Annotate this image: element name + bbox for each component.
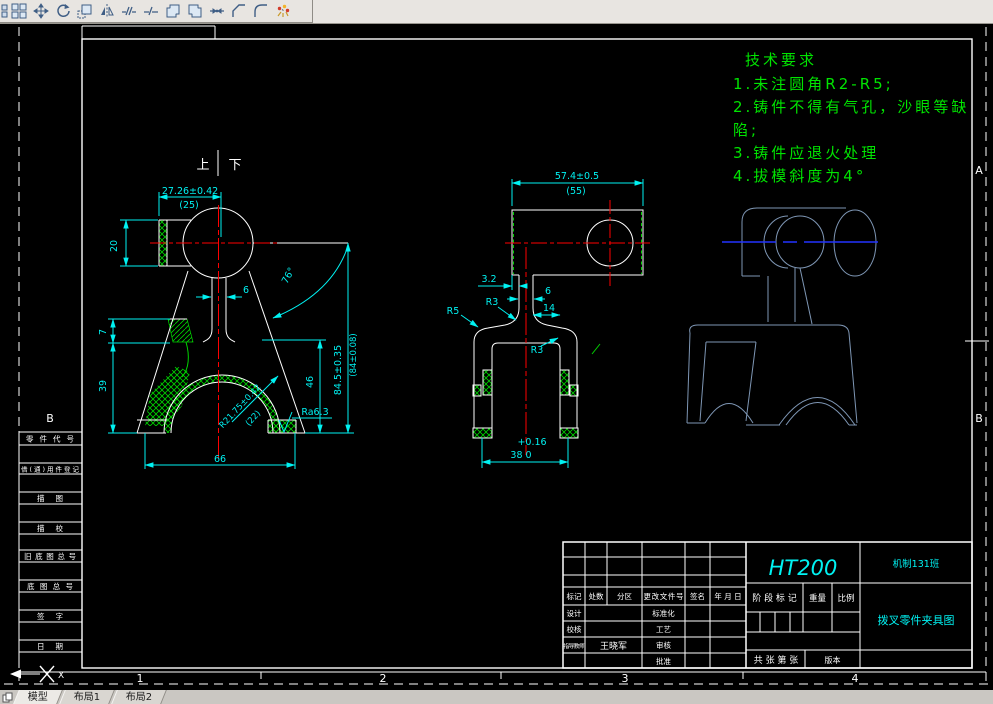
- margin-label: 零件代号: [26, 434, 74, 444]
- stage-label: 阶 段 标 记: [752, 592, 797, 604]
- dim-label: 3.2: [481, 274, 496, 285]
- dim-label: 46: [305, 376, 316, 388]
- dim-label: R3: [531, 345, 544, 356]
- zone-number: 2: [380, 672, 387, 685]
- left-margin-labels: B 零件代号 借(通)用件登记 描图 描校 旧底图总号 底图总号 签字 日期: [21, 412, 80, 651]
- dim-label: 14: [543, 303, 555, 314]
- dim-label: (22): [244, 409, 263, 429]
- drawing-title: 拨叉零件夹具图: [878, 613, 955, 627]
- join-icon[interactable]: [206, 1, 228, 21]
- fillet-icon[interactable]: [250, 1, 272, 21]
- dim-label: (84±0.08): [349, 333, 359, 377]
- dim-label: 20: [109, 240, 120, 252]
- top-toolbar: [0, 0, 993, 24]
- weight-label: 重量: [809, 593, 827, 604]
- side-view-labels: 57.4±0.5 (55) 3.2 6 14 R5 R3 R3 +0.16 38…: [447, 171, 599, 461]
- surface-finish-label: Ra6.3: [301, 407, 328, 418]
- zone-number: 1: [137, 672, 144, 685]
- chamfer-icon[interactable]: [228, 1, 250, 21]
- tb-row-label: 批准: [656, 656, 671, 666]
- dim-label: +0.16: [517, 437, 546, 448]
- iso-view: [686, 207, 878, 426]
- copy-icon[interactable]: [162, 1, 184, 21]
- tech-requirements: 技术要求 1.未注圆角R2-R5; 2.铸件不得有气孔，沙眼等缺 陷; 3.铸件…: [733, 51, 969, 185]
- sheets-label: 共 张 第 张: [754, 654, 799, 666]
- material-label: HT200: [769, 556, 838, 580]
- tab-layout1[interactable]: 布局1: [59, 690, 116, 704]
- dim-label: 38 0: [510, 450, 531, 461]
- tb-row-label: 设计: [567, 608, 582, 618]
- ucs-icon: X: [10, 665, 64, 683]
- dim-label: (55): [566, 186, 586, 197]
- dim-label: 57.4±0.5: [555, 171, 599, 182]
- tech-line: 陷;: [733, 121, 759, 139]
- margin-label: 借(通)用件登记: [21, 465, 80, 474]
- orientation-down-label: 下: [228, 158, 241, 173]
- dim-label: 6: [545, 286, 551, 297]
- margin-label: 签字: [37, 611, 63, 621]
- side-view: [460, 179, 650, 468]
- tb-header: 更改文件号: [644, 591, 684, 601]
- modify-toolbar-panel: [0, 0, 313, 23]
- sheet-frame: [4, 25, 990, 685]
- break-icon[interactable]: [118, 1, 140, 21]
- zone-number: 4: [852, 672, 859, 685]
- offset-icon[interactable]: [184, 1, 206, 21]
- dim-label: 76°: [280, 266, 298, 286]
- tech-line: 1.未注圆角R2-R5;: [733, 75, 894, 93]
- dim-label: 84.5±0.35: [333, 345, 344, 395]
- tb-header: 处数: [589, 591, 604, 601]
- tb-header: 年 月 日: [714, 591, 741, 601]
- dim-label: 27.26±0.42: [162, 186, 218, 197]
- dim-label: 39: [98, 380, 109, 392]
- dim-label: R5: [447, 306, 460, 317]
- tech-line: 2.铸件不得有气孔，沙眼等缺: [733, 98, 969, 116]
- tb-row-label: 指导教师: [564, 642, 585, 650]
- zone-letter-left-b: B: [46, 412, 54, 425]
- mirror-icon[interactable]: [96, 1, 118, 21]
- break-at-point-icon[interactable]: [140, 1, 162, 21]
- margin-label: 描图: [37, 493, 63, 503]
- tb-row-label: 校核: [567, 624, 582, 634]
- tech-line: 4.拔模斜度为4°: [733, 167, 866, 185]
- tb-row-label: 标准化: [652, 608, 675, 618]
- tech-line: 3.铸件应退火处理: [733, 144, 879, 162]
- dim-label: R3: [486, 297, 499, 308]
- explode-icon[interactable]: [272, 1, 294, 21]
- scale-icon[interactable]: [74, 1, 96, 21]
- rotate-icon[interactable]: [52, 1, 74, 21]
- margin-label: 日期: [37, 642, 63, 651]
- tab-layout2[interactable]: 布局2: [111, 690, 168, 704]
- drawing-canvas[interactable]: B 零件代号 借(通)用件登记 描图 描校 旧底图总号 底图总号 签字 日期 A…: [0, 24, 993, 690]
- tb-row-label: 工艺: [656, 625, 671, 634]
- margin-label: 描校: [37, 523, 64, 533]
- margin-label: 旧底图总号: [24, 551, 76, 561]
- move-icon[interactable]: [30, 1, 52, 21]
- layout-tab-bar: 模型 布局1 布局2: [0, 690, 993, 704]
- dim-label: R21.75±0.42: [218, 383, 264, 431]
- margin-label: 底图总号: [27, 581, 73, 591]
- tech-title: 技术要求: [745, 51, 817, 69]
- tb-row-label: 审核: [656, 640, 671, 650]
- version-label: 版本: [825, 655, 841, 665]
- toolbar-grip-icon[interactable]: [1, 1, 8, 21]
- tab-model[interactable]: 模型: [13, 690, 63, 704]
- scale-label: 比例: [837, 593, 854, 604]
- tb-header: 标记: [567, 591, 582, 601]
- zone-letter-b: B: [975, 412, 983, 425]
- dim-label: (25): [179, 200, 199, 211]
- drawing-svg: B 零件代号 借(通)用件登记 描图 描校 旧底图总号 底图总号 签字 日期 A…: [4, 25, 990, 685]
- dim-label: 6: [243, 285, 249, 296]
- tb-header: 分区: [617, 592, 632, 601]
- orientation-up-label: 上: [196, 158, 209, 173]
- zone-number: 3: [622, 672, 629, 685]
- viewports-icon[interactable]: [8, 1, 30, 21]
- advisor-name: 王晓军: [600, 640, 627, 652]
- ucs-axis-label: X: [58, 671, 64, 681]
- zone-letter-a: A: [975, 164, 983, 177]
- tb-header: 签名: [690, 591, 705, 601]
- dim-label: 7: [98, 329, 109, 335]
- dim-label: 66: [214, 454, 226, 465]
- class-label: 机制131班: [893, 558, 940, 570]
